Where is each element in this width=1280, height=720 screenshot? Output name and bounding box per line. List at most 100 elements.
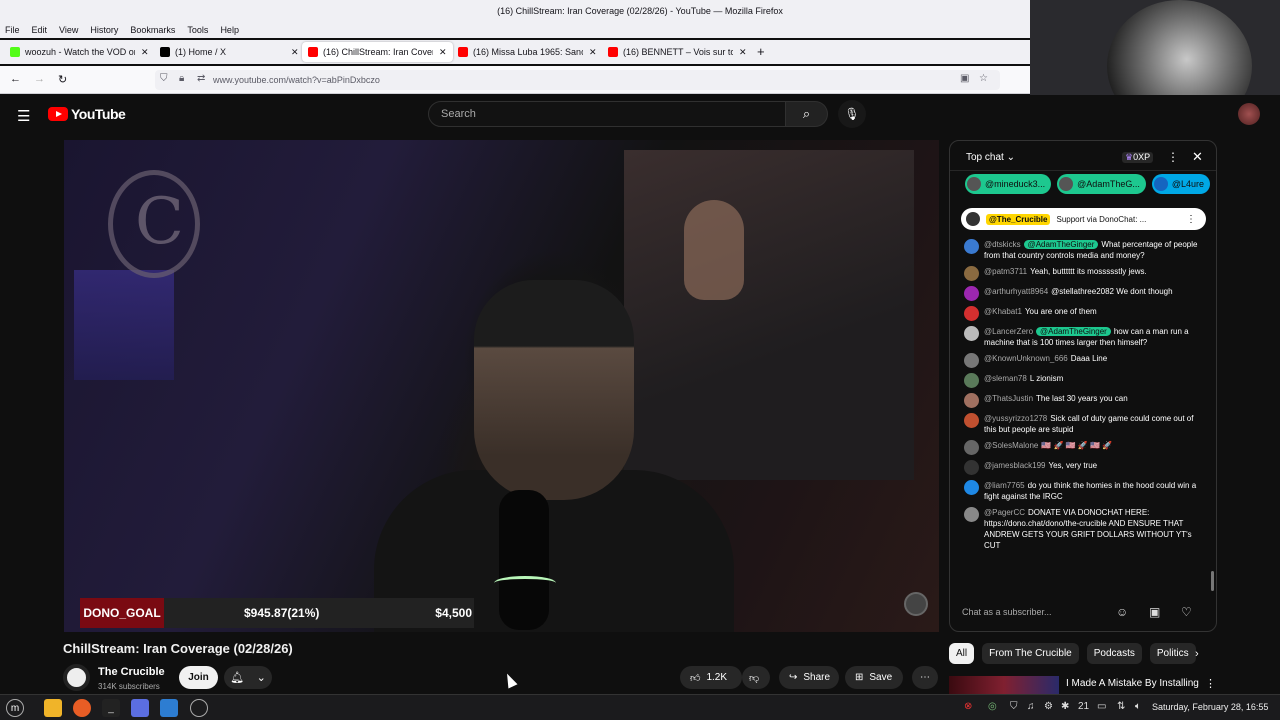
- tab-missa-luba[interactable]: (16) Missa Luba 1965: Sanct ✕: [452, 42, 603, 62]
- terminal-icon[interactable]: _: [102, 699, 120, 717]
- menu-tools[interactable]: Tools: [187, 25, 208, 35]
- close-tab-icon[interactable]: ✕: [739, 47, 747, 58]
- more-icon[interactable]: ⋮: [1205, 677, 1216, 690]
- chat-message[interactable]: @arthurhyatt8964 @stellathree2082 We dont…: [964, 286, 1204, 301]
- menu-history[interactable]: History: [90, 25, 118, 35]
- reader-view-icon[interactable]: ▣: [960, 73, 969, 84]
- obs-icon[interactable]: [190, 699, 208, 717]
- clock[interactable]: Saturday, February 28, 16:55: [1152, 702, 1268, 712]
- youtube-logo[interactable]: YouTube: [48, 106, 126, 122]
- notification-button[interactable]: 🔔︎ ⌄: [224, 666, 272, 689]
- close-tab-icon[interactable]: ✕: [439, 47, 447, 58]
- close-chat-icon[interactable]: ✕: [1192, 149, 1203, 165]
- lock-icon[interactable]: 🔒︎: [179, 73, 184, 84]
- chat-message[interactable]: @liam7765 do you think the homies in the …: [964, 480, 1204, 502]
- chip-all[interactable]: All: [949, 643, 975, 664]
- chat-author[interactable]: @Khabat1: [984, 307, 1022, 316]
- chat-author[interactable]: @KnownUnknown_666: [984, 354, 1068, 363]
- tray-display-icon[interactable]: ▭: [1097, 701, 1106, 712]
- chip-politics[interactable]: Politics: [1149, 643, 1196, 664]
- super-chat-icon[interactable]: ▣: [1149, 605, 1160, 619]
- tray-settings-icon[interactable]: ⚙: [1044, 701, 1053, 712]
- tray-bluetooth-icon[interactable]: ✱: [1061, 701, 1069, 712]
- join-button[interactable]: Join: [179, 666, 218, 689]
- search-input[interactable]: [429, 102, 785, 126]
- menu-bookmarks[interactable]: Bookmarks: [130, 25, 175, 35]
- text-editor-icon[interactable]: [131, 699, 149, 717]
- menu-edit[interactable]: Edit: [32, 25, 48, 35]
- chat-message[interactable]: @patm3711 Yeah, butttttt its mossssstly j…: [964, 266, 1204, 281]
- bookmark-star-icon[interactable]: ☆: [979, 73, 988, 84]
- like-button[interactable]: 👍︎ 1.2K: [680, 666, 742, 689]
- chat-author[interactable]: @dtskicks: [984, 240, 1021, 249]
- chat-message[interactable]: @sleman78 L zionism: [964, 373, 1204, 388]
- chat-author[interactable]: @patm3711: [984, 267, 1027, 276]
- menu-icon[interactable]: ☰: [17, 107, 30, 125]
- menu-help[interactable]: Help: [220, 25, 239, 35]
- menu-view[interactable]: View: [59, 25, 78, 35]
- tray-app-icon[interactable]: ⊗: [964, 701, 972, 712]
- account-avatar[interactable]: [1238, 103, 1260, 125]
- chat-message[interactable]: @Khabat1 You are one of them: [964, 306, 1204, 321]
- xp-badge[interactable]: ♛0XP: [1122, 152, 1154, 163]
- recommendation-title[interactable]: I Made A Mistake By Installing: [1066, 678, 1199, 689]
- ticker-item[interactable]: @mineduck3...: [965, 174, 1052, 194]
- search-button[interactable]: ⌕: [786, 101, 828, 127]
- chat-author[interactable]: @yussyrizzo1278: [984, 414, 1047, 423]
- firefox-icon[interactable]: [73, 699, 91, 717]
- chat-message[interactable]: @PagerCC DONATE VIA DONOCHAT HERE: https:…: [964, 507, 1204, 551]
- dislike-button[interactable]: 👎︎: [742, 666, 770, 689]
- chat-scrollbar[interactable]: [1211, 571, 1214, 591]
- chat-author[interactable]: @LancerZero: [984, 327, 1033, 336]
- chat-message[interactable]: @LancerZero @AdamTheGinger how can a man r…: [964, 326, 1204, 348]
- chat-message[interactable]: @dtskicks @AdamTheGinger What percentage o…: [964, 239, 1204, 261]
- channel-name[interactable]: The Crucible: [98, 666, 165, 678]
- chat-message[interactable]: @ThatsJustin The last 30 years you can: [964, 393, 1204, 408]
- chat-author[interactable]: @ThatsJustin: [984, 394, 1033, 403]
- share-button[interactable]: ↪ Share: [779, 666, 839, 689]
- chat-message[interactable]: @yussyrizzo1278 Sick call of duty game co…: [964, 413, 1204, 435]
- tray-network-icon[interactable]: ⇅: [1117, 701, 1125, 712]
- chat-message[interactable]: @jamesblack199 Yes, very true: [964, 460, 1204, 475]
- channel-avatar[interactable]: [63, 664, 90, 691]
- chat-mode-selector[interactable]: Top chat ⌄: [966, 152, 1015, 163]
- tray-security-icon[interactable]: ⛉: [1010, 701, 1018, 712]
- heart-icon[interactable]: ♡: [1181, 605, 1192, 619]
- chat-author[interactable]: @sleman78: [984, 374, 1027, 383]
- more-icon[interactable]: ⋮: [1186, 214, 1196, 225]
- tray-audio-icon[interactable]: ♫: [1027, 701, 1035, 712]
- ticker-item[interactable]: @AdamTheG...: [1057, 174, 1146, 194]
- url-bar[interactable]: ⛉ 🔒︎ ⇄ www.youtube.com/watch?v=abPinDxbc…: [155, 70, 1000, 90]
- emoji-icon[interactable]: ☺: [1116, 605, 1128, 619]
- chat-options-icon[interactable]: ⋮: [1167, 150, 1179, 164]
- chat-author[interactable]: @PagerCC: [984, 508, 1025, 517]
- video-player[interactable]: DONO_GOAL $945.87(21%) $4,500: [64, 140, 939, 632]
- files-icon[interactable]: [44, 699, 62, 717]
- back-icon[interactable]: ←: [10, 73, 21, 85]
- chat-message[interactable]: @KnownUnknown_666 Daaa Line: [964, 353, 1204, 368]
- tab-chillstream[interactable]: (16) ChillStream: Iran Cover ✕: [302, 42, 453, 62]
- chat-author[interactable]: @liam7765: [984, 481, 1025, 490]
- chip-from-the-crucible[interactable]: From The Crucible: [982, 643, 1079, 664]
- tray-volume-icon[interactable]: 🔈︎: [1135, 701, 1141, 712]
- close-tab-icon[interactable]: ✕: [291, 47, 299, 58]
- ticker-item[interactable]: @L4ure: [1151, 174, 1210, 194]
- tray-count[interactable]: 21: [1078, 701, 1089, 712]
- tab-woozuh[interactable]: woozuh - Watch the VOD on ✕: [4, 42, 155, 62]
- voice-search-button[interactable]: 🎙︎: [838, 100, 866, 128]
- new-tab-button[interactable]: +: [757, 44, 765, 59]
- more-actions-button[interactable]: ⋯: [912, 666, 938, 689]
- chat-author[interactable]: @jamesblack199: [984, 461, 1045, 470]
- thunderbird-icon[interactable]: [160, 699, 178, 717]
- tray-discord-icon[interactable]: ◎: [988, 701, 997, 712]
- chat-author[interactable]: @arthurhyatt8964: [984, 287, 1048, 296]
- chat-input[interactable]: Chat as a subscriber...: [962, 602, 1115, 622]
- chevron-right-icon[interactable]: ›: [1195, 648, 1199, 660]
- pinned-message[interactable]: @The_Crucible Support via DonoChat: ... …: [961, 208, 1206, 230]
- recommendation-thumbnail[interactable]: [949, 676, 1059, 696]
- chat-message[interactable]: @SolesMalone 🇺🇸 🚀 🇺🇸 🚀 🇺🇸 🚀: [964, 440, 1204, 455]
- app-menu-icon[interactable]: m: [6, 699, 24, 717]
- tab-bennett[interactable]: (16) BENNETT – Vois sur ton ✕: [602, 42, 753, 62]
- menu-file[interactable]: File: [5, 25, 20, 35]
- shield-icon[interactable]: ⛉: [160, 73, 168, 84]
